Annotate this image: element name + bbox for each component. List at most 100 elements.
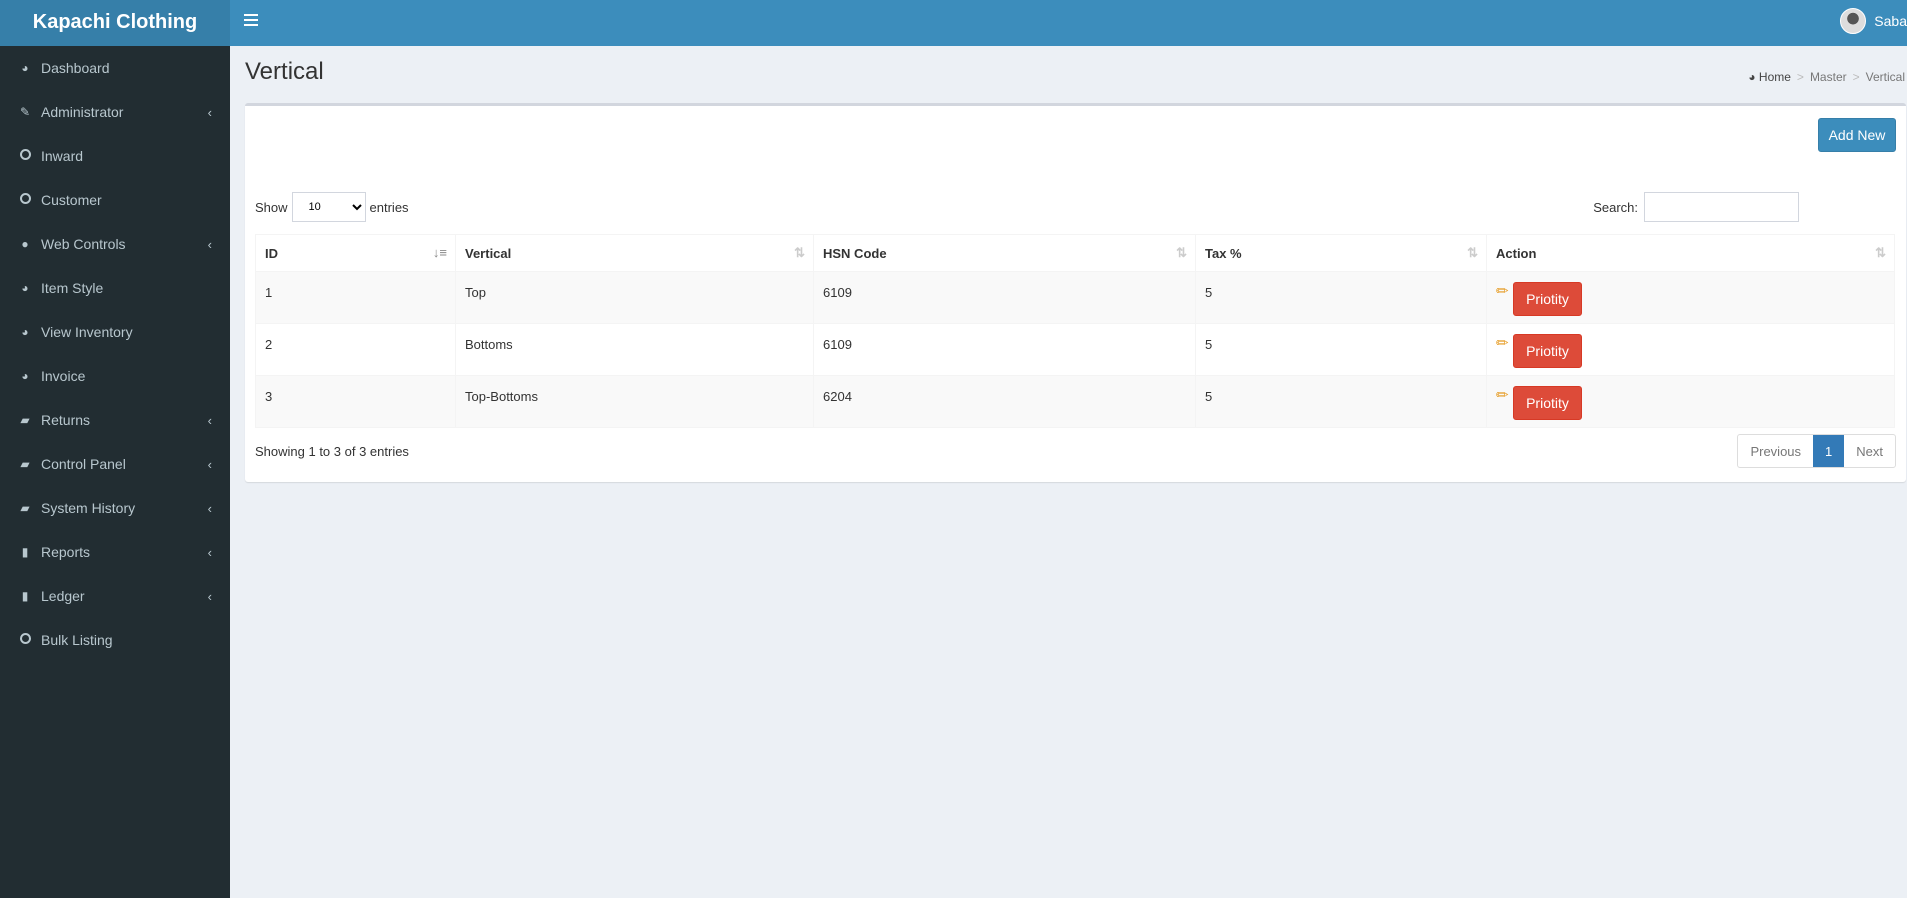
next-button[interactable]: Next (1844, 435, 1895, 467)
sidebar-item-administrator[interactable]: ✎ Administrator ‹ (0, 90, 230, 134)
sidebar-item-ledger[interactable]: ▮ Ledger ‹ (0, 574, 230, 618)
sidebar-item-item-style[interactable]: ◕ Item Style (0, 266, 230, 310)
circle-icon (18, 193, 32, 207)
content-box: Add New Show 10 entries Search: ID ↓≡ Ver… (245, 103, 1906, 482)
sidebar-item-dashboard[interactable]: ◕ Dashboard (0, 46, 230, 90)
edit-pencil-icon[interactable]: ✏ (1496, 386, 1513, 404)
priority-button[interactable]: Priotity (1513, 386, 1582, 420)
column-header-action[interactable]: Action ⇅ (1486, 234, 1895, 272)
priority-button[interactable]: Priotity (1513, 334, 1582, 368)
cell-vertical: Bottoms (455, 323, 814, 376)
sidebar-item-reports[interactable]: ▮ Reports ‹ (0, 530, 230, 574)
dashboard-icon: ◕ (21, 325, 29, 339)
dashboard-icon: ◕ (21, 281, 29, 295)
sidebar-item-label: Web Controls (41, 236, 126, 252)
add-new-button[interactable]: Add New (1818, 118, 1896, 152)
globe-icon: ● (21, 237, 29, 251)
sidebar-item-inward[interactable]: Inward (0, 134, 230, 178)
avatar (1840, 8, 1867, 34)
dashboard-icon: ◕ (21, 61, 29, 75)
breadcrumb: ◕ Home > Master > Vertical (1748, 70, 1905, 84)
cell-id: 2 (255, 323, 456, 376)
show-label: Show (255, 199, 288, 215)
cell-tax: 5 (1195, 323, 1487, 376)
cell-vertical: Top (455, 271, 814, 324)
edit-icon: ✎ (19, 105, 31, 119)
sidebar-item-label: View Inventory (41, 324, 133, 340)
cell-hsn-code: 6204 (813, 375, 1196, 428)
verticals-table: ID ↓≡ Vertical ⇅ HSN Code ⇅ Tax % ⇅ Action ⇅ … (255, 234, 1895, 428)
sidebar-item-web-controls[interactable]: ● Web Controls ‹ (0, 222, 230, 266)
priority-button[interactable]: Priotity (1513, 282, 1582, 316)
cell-vertical: Top-Bottoms (455, 375, 814, 428)
sidebar-item-bulk-listing[interactable]: Bulk Listing (0, 618, 230, 662)
cell-id: 3 (255, 375, 456, 428)
table-row: 1 Top 6109 5 ✏ Priotity (255, 271, 1895, 324)
sidebar: ◕ Dashboard ✎ Administrator ‹ Inward Customer ●… (0, 46, 230, 898)
book-icon: ▰ (20, 457, 30, 471)
dashboard-icon: ◕ (21, 369, 29, 383)
edit-pencil-icon[interactable]: ✏ (1496, 282, 1513, 300)
breadcrumb-current: Vertical (1865, 70, 1905, 84)
chevron-left-icon: ‹ (207, 500, 212, 516)
sidebar-item-label: Returns (41, 412, 91, 428)
chevron-left-icon: ‹ (207, 588, 212, 604)
cell-id: 1 (255, 271, 456, 324)
page-1-button[interactable]: 1 (1813, 435, 1845, 467)
previous-button[interactable]: Previous (1738, 435, 1813, 467)
page-length-select[interactable]: 10 (291, 192, 366, 222)
sidebar-item-label: Bulk Listing (41, 632, 113, 648)
sidebar-item-customer[interactable]: Customer (0, 178, 230, 222)
sidebar-item-label: Inward (41, 148, 84, 164)
breadcrumb-master[interactable]: Master (1810, 70, 1847, 84)
menu-toggle-icon[interactable] (244, 14, 258, 28)
search-control: Search: (1593, 192, 1799, 222)
cell-hsn-code: 6109 (813, 271, 1196, 324)
breadcrumb-home[interactable]: Home (1759, 70, 1791, 84)
search-input[interactable] (1644, 192, 1799, 222)
page-length-control: Show 10 entries (255, 192, 409, 222)
sidebar-item-returns[interactable]: ▰ Returns ‹ (0, 398, 230, 442)
chevron-left-icon: ‹ (207, 544, 212, 560)
cell-action: ✏ Priotity (1486, 323, 1895, 376)
sidebar-item-label: Customer (41, 192, 102, 208)
chevron-left-icon: ‹ (207, 412, 212, 428)
column-header-vertical[interactable]: Vertical ⇅ (455, 234, 814, 272)
user-menu[interactable]: Saba (1840, 8, 1907, 34)
sidebar-item-label: Dashboard (41, 60, 110, 76)
sidebar-item-label: Control Panel (41, 456, 126, 472)
book-icon: ▰ (20, 501, 30, 515)
sidebar-item-label: Administrator (41, 104, 124, 120)
cell-hsn-code: 6109 (813, 323, 1196, 376)
circle-icon (18, 149, 32, 163)
sidebar-item-label: Item Style (41, 280, 104, 296)
sidebar-item-view-inventory[interactable]: ◕ View Inventory (0, 310, 230, 354)
cell-tax: 5 (1195, 375, 1487, 428)
file-icon: ▮ (21, 545, 29, 559)
sidebar-item-label: Ledger (41, 588, 85, 604)
column-header-id[interactable]: ID ↓≡ (255, 234, 456, 272)
column-header-tax[interactable]: Tax % ⇅ (1195, 234, 1487, 272)
sidebar-item-system-history[interactable]: ▰ System History ‹ (0, 486, 230, 530)
column-header-hsn-code[interactable]: HSN Code ⇅ (813, 234, 1196, 272)
user-name: Saba (1874, 13, 1907, 29)
sidebar-item-invoice[interactable]: ◕ Invoice (0, 354, 230, 398)
sort-icon: ⇅ (1176, 245, 1187, 260)
sidebar-item-label: System History (41, 500, 136, 516)
chevron-left-icon: ‹ (207, 236, 212, 252)
edit-pencil-icon[interactable]: ✏ (1496, 334, 1513, 352)
cell-action: ✏ Priotity (1486, 375, 1895, 428)
sort-icon: ⇅ (1875, 245, 1886, 260)
page-title: Vertical (245, 58, 324, 85)
sort-icon: ⇅ (794, 245, 805, 260)
search-label: Search: (1593, 199, 1638, 215)
sidebar-item-control-panel[interactable]: ▰ Control Panel ‹ (0, 442, 230, 486)
table-row: 3 Top-Bottoms 6204 5 ✏ Priotity (255, 375, 1895, 428)
chevron-left-icon: ‹ (207, 104, 212, 120)
pagination: Previous 1 Next (1737, 434, 1896, 468)
cell-tax: 5 (1195, 271, 1487, 324)
sort-icon: ⇅ (1467, 245, 1478, 260)
app-logo[interactable]: Kapachi Clothing (0, 0, 230, 46)
sidebar-item-label: Invoice (41, 368, 86, 384)
entries-label: entries (369, 199, 409, 215)
